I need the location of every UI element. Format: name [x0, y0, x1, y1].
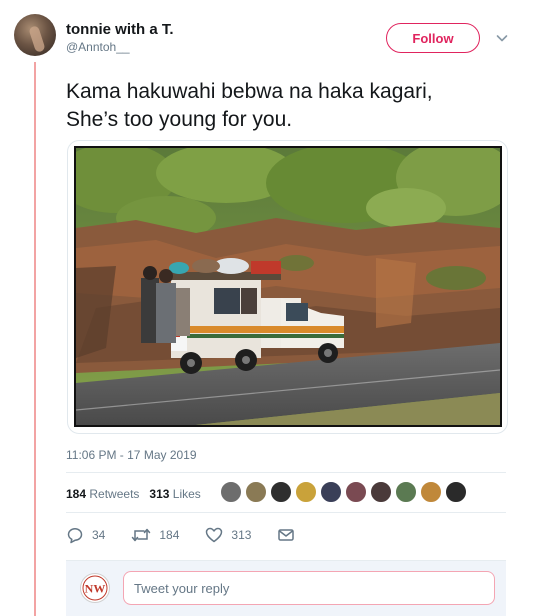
like-count: 313: [231, 528, 252, 542]
liker-avatars: [220, 481, 467, 503]
likes-stat[interactable]: 313 Likes: [149, 487, 200, 501]
likes-label: Likes: [172, 487, 201, 501]
chevron-down-icon[interactable]: [494, 30, 510, 46]
liker-avatar[interactable]: [395, 481, 417, 503]
liker-avatar[interactable]: [445, 481, 467, 503]
tweet-text-line: Kama hakuwahi bebwa na haka kagari,: [66, 80, 433, 103]
reply-action[interactable]: 34: [66, 526, 105, 544]
message-action[interactable]: [277, 526, 295, 544]
retweet-icon: [132, 528, 151, 542]
photo-scene: [76, 148, 500, 425]
author-handle[interactable]: @Anntoh__: [66, 40, 130, 54]
reply-avatar-text: NW: [85, 582, 106, 596]
envelope-icon: [278, 529, 295, 541]
engagement-stats: 184 Retweets 313 Likes: [66, 487, 201, 501]
tweet-actions: 34 184 313: [66, 526, 321, 544]
tweet-timestamp[interactable]: 11:06 PM - 17 May 2019: [66, 448, 197, 462]
retweet-count: 184: [159, 528, 180, 542]
author-avatar[interactable]: [14, 14, 56, 56]
retweets-count: 184: [66, 487, 87, 501]
reply-input[interactable]: Tweet your reply: [123, 571, 495, 605]
reply-placeholder: Tweet your reply: [134, 580, 230, 596]
author-display-name[interactable]: tonnie with a T.: [66, 21, 174, 38]
retweets-label: Retweets: [89, 487, 140, 501]
follow-button[interactable]: Follow: [386, 23, 480, 53]
reply-icon: [67, 527, 83, 544]
reply-avatar: NW: [80, 573, 110, 603]
retweets-stat[interactable]: 184 Retweets: [66, 487, 139, 501]
like-action[interactable]: 313: [205, 526, 251, 544]
liker-avatar[interactable]: [345, 481, 367, 503]
nw-logo-icon: NW: [82, 575, 108, 601]
liker-avatar[interactable]: [270, 481, 292, 503]
liker-avatar[interactable]: [245, 481, 267, 503]
reply-count: 34: [92, 528, 106, 542]
tweet-text: Kama hakuwahi bebwa na haka kagari, She’…: [66, 78, 506, 134]
liker-avatar[interactable]: [220, 481, 242, 503]
retweet-action[interactable]: 184: [131, 526, 179, 544]
tweet-text-line: She’s too young for you.: [66, 108, 293, 131]
divider: [66, 472, 506, 473]
liker-avatar[interactable]: [295, 481, 317, 503]
tweet-photo[interactable]: [74, 146, 502, 427]
liker-avatar[interactable]: [320, 481, 342, 503]
divider: [66, 512, 506, 513]
likes-count: 313: [149, 487, 170, 501]
liker-avatar[interactable]: [370, 481, 392, 503]
tweet-card: tonnie with a T. @Anntoh__ Follow Kama h…: [0, 0, 534, 616]
liker-avatar[interactable]: [420, 481, 442, 503]
heart-icon: [206, 527, 223, 543]
